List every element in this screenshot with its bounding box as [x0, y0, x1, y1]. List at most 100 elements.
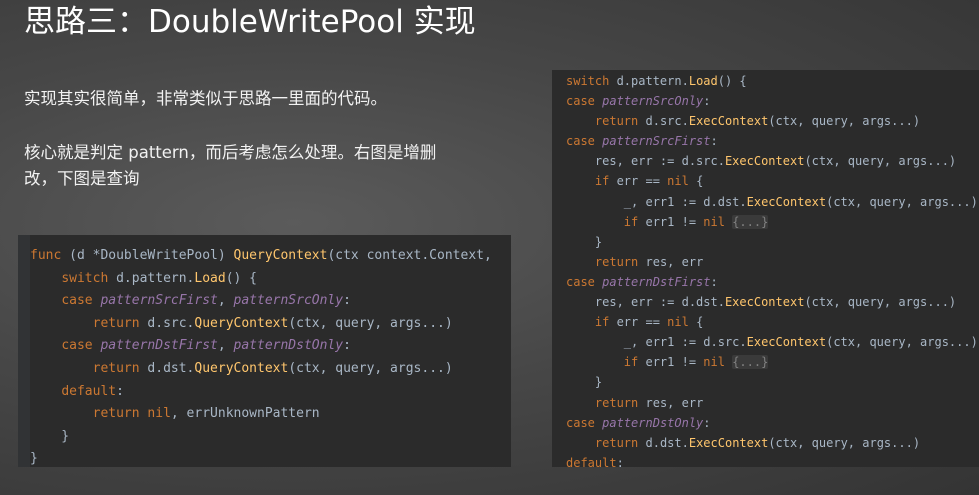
code-token: (ctx, query, args...) [288, 315, 453, 331]
code-token: err1 != [638, 355, 704, 370]
code-token: return [92, 406, 140, 422]
code-token: return [594, 395, 639, 410]
code-token: patternDstOnly [233, 338, 344, 354]
code-token: : [710, 134, 718, 149]
code-token: patternDstFirst [100, 338, 218, 354]
code-token: : [616, 455, 624, 467]
code-token: : [703, 415, 711, 430]
code-token: nil [147, 406, 171, 422]
code-line: if err1 != nil {...} [566, 212, 978, 232]
code-token: if [594, 315, 610, 330]
code-token: d.pattern. [609, 74, 689, 88]
code-line: _, err1 := d.dst.ExecContext(ctx, query,… [566, 192, 978, 212]
code-line: } [566, 232, 978, 252]
code-lines: switch d.pattern.Load() {case patternSrc… [566, 71, 978, 467]
code-token: ExecContext [724, 295, 805, 310]
code-line: } [30, 448, 492, 467]
code-line: if err == nil { [566, 312, 978, 332]
code-token: if [594, 174, 610, 189]
code-line: if err1 != nil {...} [566, 352, 978, 372]
code-token: : [116, 383, 124, 399]
code-token: , [217, 293, 234, 309]
code-line: return d.src.ExecContext(ctx, query, arg… [566, 111, 978, 131]
code-line: case patternSrcFirst, patternSrcOnly: [30, 290, 492, 313]
code-line: switch d.pattern.Load() { [30, 268, 492, 291]
code-token: (ctx, query, args...) [768, 435, 921, 450]
code-token: case [566, 134, 595, 149]
code-token: res, err := d.src. [566, 154, 725, 169]
code-token: nil [703, 214, 725, 229]
code-line: if err == nil { [566, 171, 978, 191]
code-token: () { [717, 74, 747, 88]
code-token: _, err1 := d.dst. [566, 194, 747, 209]
code-token: case [566, 415, 595, 430]
code-token: func [30, 248, 62, 263]
code-token: switch [61, 270, 109, 286]
code-token: return [594, 254, 639, 269]
code-token: ExecContext [688, 114, 769, 129]
code-token: nil [667, 315, 689, 330]
code-token: : [703, 94, 711, 109]
code-token: (ctx, query, args...) [288, 360, 453, 376]
code-line: return d.dst.QueryContext(ctx, query, ar… [30, 358, 492, 381]
code-token: ExecContext [688, 435, 769, 450]
code-token: d.src. [638, 114, 689, 129]
description-paragraph-1: 实现其实很简单，非常类似于思路一里面的代码。 [24, 89, 387, 108]
code-token[interactable]: {...} [732, 214, 769, 229]
exec-code-snippet: switch d.pattern.Load() {case patternSrc… [552, 70, 979, 467]
code-line: case patternSrcOnly: [566, 91, 978, 111]
code-lines: func (d *DoubleWritePool) QueryContext(c… [30, 245, 492, 467]
code-line: res, err := d.dst.ExecContext(ctx, query… [566, 292, 978, 312]
code-token: patternDstOnly [602, 415, 704, 430]
code-token: patternDstFirst [602, 274, 711, 289]
code-line: } [30, 426, 492, 449]
code-token: : [343, 338, 351, 354]
code-token: nil [703, 355, 725, 370]
code-token: default [61, 383, 117, 399]
code-token: } [566, 375, 603, 390]
code-token: d.dst. [139, 360, 195, 376]
code-token: { [688, 174, 704, 189]
code-token: case [566, 94, 595, 109]
code-token: d.dst. [638, 435, 689, 450]
code-token: return [594, 114, 639, 129]
code-line: return res, err [566, 252, 978, 272]
code-token[interactable]: {...} [732, 355, 769, 370]
code-token: : [343, 293, 351, 309]
code-token: patternSrcOnly [233, 293, 344, 309]
slide-title: 思路三：DoubleWritePool 实现 [24, 4, 476, 40]
code-token: (ctx, query, args...) [804, 154, 957, 169]
code-line: default: [30, 381, 492, 404]
code-line: return d.dst.ExecContext(ctx, query, arg… [566, 433, 978, 453]
code-token: res, err := d.dst. [566, 295, 725, 310]
code-token: d.src. [139, 315, 195, 331]
code-token: err1 != [638, 214, 704, 229]
code-line: func (d *DoubleWritePool) QueryContext(c… [30, 245, 492, 268]
code-token: err == [609, 174, 668, 189]
code-token: case [566, 274, 595, 289]
code-token: patternSrcFirst [602, 134, 711, 149]
code-token: QueryContext [233, 248, 328, 263]
code-token: ExecContext [724, 154, 805, 169]
code-token: d.pattern. [108, 270, 195, 286]
code-token: ) [217, 248, 234, 263]
code-token: err == [609, 315, 668, 330]
code-line: case patternDstOnly: [566, 413, 978, 433]
code-token: if [623, 214, 639, 229]
code-token: } [30, 428, 70, 444]
code-line: return res, err [566, 393, 978, 413]
code-token: { [688, 315, 704, 330]
code-token: : [710, 274, 718, 289]
code-token: nil [667, 174, 689, 189]
